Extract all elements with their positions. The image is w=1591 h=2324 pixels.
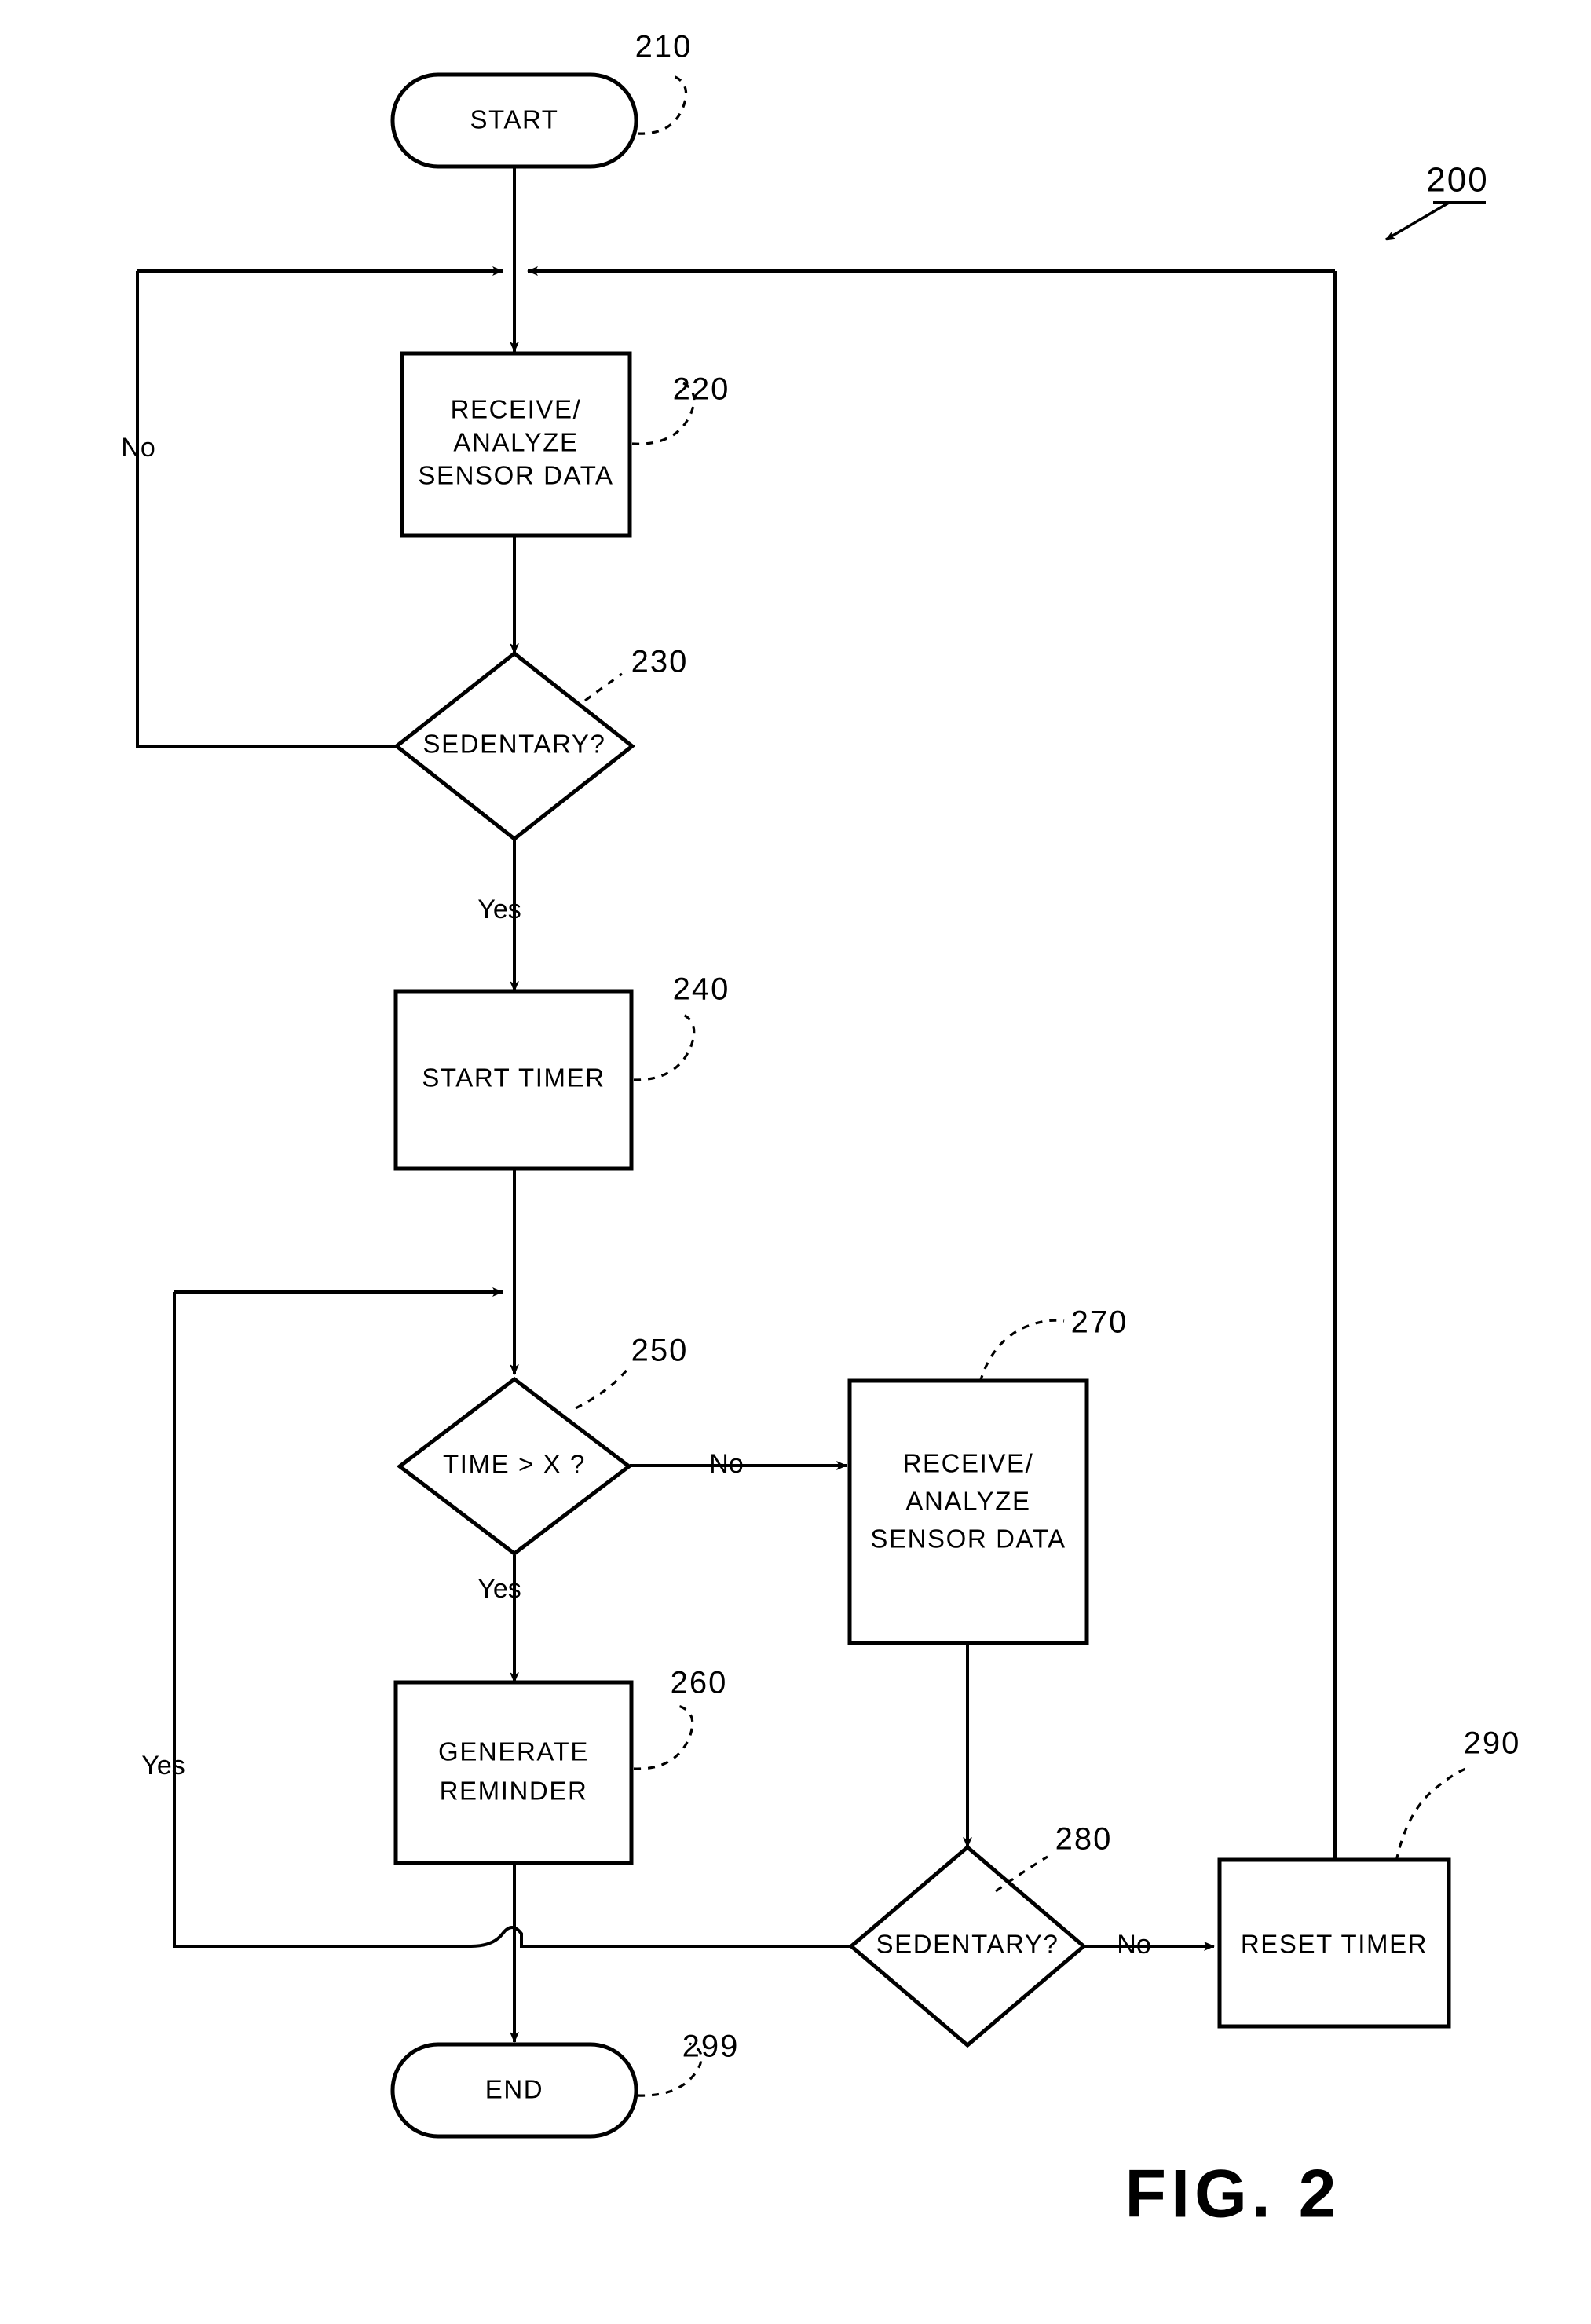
- leader-270: [978, 1319, 1065, 1383]
- patent-figure: START RECEIVE/ ANALYZE SENSOR DATA SEDEN…: [0, 0, 1591, 2324]
- edge-label-sedentary2-no: No: [1117, 1930, 1150, 1960]
- connector-sedentary1-no-path: [136, 271, 399, 748]
- node-receive-analyze-2-line1: RECEIVE/: [903, 1449, 1034, 1478]
- figure-caption: FIG. 2: [1125, 2157, 1341, 2232]
- ref-num-270: 270: [1071, 1305, 1128, 1340]
- node-generate-reminder-line1: GENERATE: [438, 1737, 589, 1766]
- node-sedentary-1-label: SEDENTARY?: [422, 730, 605, 759]
- edge-label-sedentary1-no: No: [121, 433, 155, 463]
- ref-num-240: 240: [673, 972, 730, 1007]
- ref-num-260: 260: [671, 1666, 728, 1700]
- ref-num-299: 299: [682, 2029, 740, 2064]
- ref-num-210: 210: [635, 30, 693, 64]
- ref-num-230: 230: [631, 645, 689, 679]
- leader-250: [575, 1367, 630, 1410]
- edge-label-sedentary1-yes: Yes: [477, 895, 521, 924]
- edge-label-time-yes: Yes: [477, 1574, 521, 1604]
- leader-290: [1395, 1766, 1471, 1862]
- node-receive-analyze-2-line3: SENSOR DATA: [870, 1524, 1066, 1554]
- node-receive-analyze-1-line2: ANALYZE: [453, 428, 578, 457]
- leader-210: [637, 74, 688, 135]
- node-time-check-label: TIME > X ?: [443, 1450, 586, 1479]
- node-sedentary-2-label: SEDENTARY?: [876, 1930, 1059, 1959]
- edge-label-time-no: No: [709, 1449, 743, 1479]
- leader-260: [633, 1704, 694, 1770]
- ref-num-200: 200: [1426, 161, 1488, 199]
- node-start-timer-label: START TIMER: [422, 1063, 605, 1092]
- ref-num-200-arrow: [1385, 201, 1450, 241]
- ref-num-290: 290: [1464, 1726, 1521, 1761]
- node-end-label: END: [485, 2075, 543, 2104]
- node-receive-analyze-2-line2: ANALYZE: [905, 1487, 1030, 1516]
- node-generate-reminder: [393, 1680, 634, 1865]
- flowchart-canvas: START RECEIVE/ ANALYZE SENSOR DATA SEDEN…: [121, 30, 1521, 2232]
- ref-num-280: 280: [1055, 1822, 1113, 1857]
- node-reset-timer-label: RESET TIMER: [1241, 1930, 1428, 1959]
- ref-num-250: 250: [631, 1334, 689, 1368]
- edge-label-sedentary2-yes: Yes: [141, 1751, 185, 1781]
- ref-num-220: 220: [673, 372, 730, 407]
- leader-240: [633, 1012, 696, 1081]
- node-receive-analyze-1-line3: SENSOR DATA: [418, 461, 613, 490]
- node-start-label: START: [470, 105, 558, 134]
- leader-230: [584, 672, 623, 702]
- node-receive-analyze-1-line1: RECEIVE/: [451, 395, 582, 424]
- node-generate-reminder-line2: REMINDER: [440, 1777, 588, 1806]
